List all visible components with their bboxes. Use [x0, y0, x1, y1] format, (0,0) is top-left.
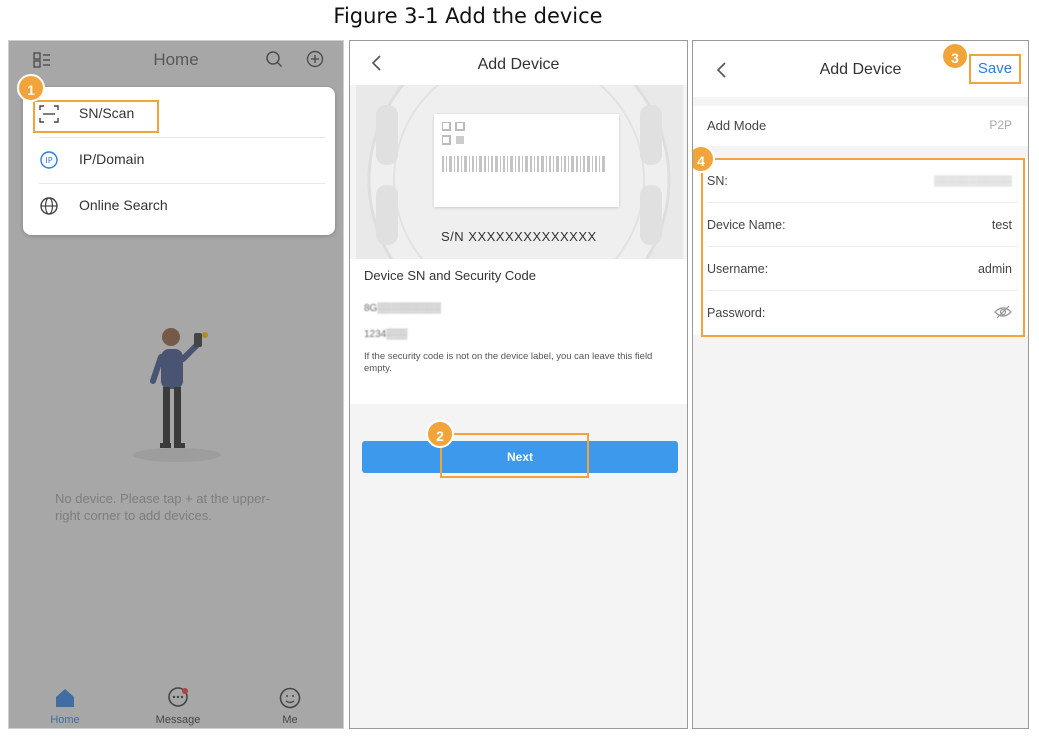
search-icon[interactable] [265, 50, 283, 68]
page-title: Add Device [477, 56, 560, 73]
page-title: Home [153, 50, 199, 69]
tab-message-label: Message [155, 714, 201, 726]
globe-icon [40, 197, 58, 215]
qr-barcode-graphic [442, 122, 605, 172]
message-icon [168, 687, 188, 707]
highlight-box-form [701, 158, 1025, 337]
add-device-icon[interactable] [306, 50, 324, 68]
menu-item-online-search[interactable]: Online Search [23, 183, 335, 229]
save-button[interactable]: Save [969, 54, 1021, 84]
highlight-box-next [440, 433, 589, 478]
security-code-input[interactable]: 1234▒▒▒ [364, 329, 408, 340]
add-mode-value: P2P [989, 118, 1012, 132]
figure-caption: Figure 3-1 Add the device [333, 4, 603, 28]
empty-state-illustration [133, 328, 221, 462]
home-screen-panel: Home No device. Please tap + at the uppe… [8, 40, 344, 729]
menu-item-ip-domain[interactable]: IP IP/Domain [23, 137, 335, 183]
highlight-box-sn-scan [33, 100, 159, 133]
svg-text:IP: IP [45, 156, 52, 165]
menu-item-label: Online Search [79, 197, 168, 213]
tab-me-label: Me [282, 714, 298, 726]
nav-bar: Add Device [350, 41, 687, 85]
add-mode-row[interactable]: Add Mode P2P [693, 106, 1028, 146]
tab-home-label: Home [50, 714, 80, 726]
add-mode-label: Add Mode [707, 118, 767, 133]
home-icon [56, 689, 74, 707]
tab-home[interactable]: Home [30, 686, 100, 726]
ip-icon: IP [40, 151, 58, 169]
device-label-photo: S/N XXXXXXXXXXXXXX [356, 85, 683, 259]
device-sn-text: S/N XXXXXXXXXXXXXX [441, 229, 597, 244]
section-title: Device SN and Security Code [364, 268, 536, 283]
device-sn-label [434, 114, 619, 207]
add-device-scan-panel: Add Device S/N XXXXXXXXXXXXXX Device SN … [349, 40, 688, 729]
sn-input[interactable]: 8G▒▒▒▒▒▒▒▒▒ [364, 303, 441, 314]
tab-me[interactable]: Me [255, 686, 325, 726]
menu-item-label: IP/Domain [79, 151, 145, 167]
home-header: Home [9, 41, 343, 79]
step-badge-3: 3 [941, 42, 969, 70]
step-badge-2: 2 [426, 420, 454, 448]
bottom-tab-bar: Home Message Me [9, 682, 343, 728]
me-icon [279, 687, 301, 709]
security-code-hint: If the security code is not on the devic… [364, 351, 653, 374]
add-device-form-panel: Add Device Save 3 Add Mode P2P SN: ▒▒▒▒▒… [692, 40, 1029, 729]
empty-state-message: No device. Please tap + at the upper-rig… [55, 491, 270, 523]
step-badge-1: 1 [17, 74, 45, 102]
sn-code-section: Device SN and Security Code 8G▒▒▒▒▒▒▒▒▒ … [350, 259, 687, 404]
tab-message[interactable]: Message [143, 686, 213, 726]
